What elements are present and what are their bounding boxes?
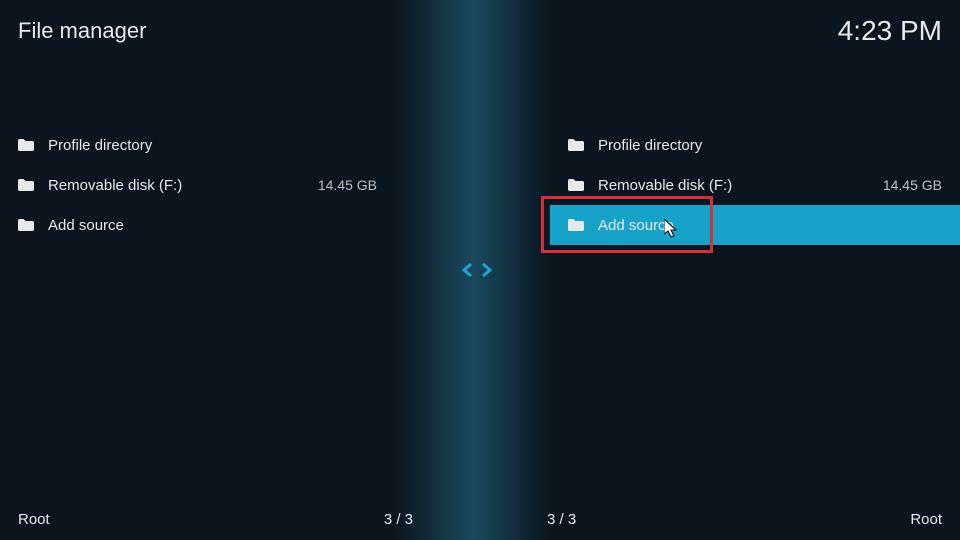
folder-icon xyxy=(18,179,34,191)
item-size: 14.45 GB xyxy=(883,177,942,193)
left-path: Root xyxy=(18,511,50,528)
right-count: 3 / 3 xyxy=(547,511,576,528)
right-path: Root xyxy=(910,511,942,528)
list-item[interactable]: Profile directory xyxy=(0,125,395,165)
clock: 4:23 PM xyxy=(838,15,942,47)
left-pane: Profile directory Removable disk (F:) 14… xyxy=(0,125,395,245)
item-label: Add source xyxy=(48,217,377,234)
list-item[interactable]: Profile directory xyxy=(550,125,960,165)
list-item-add-source[interactable]: Add source xyxy=(550,205,960,245)
item-label: Add source xyxy=(598,217,942,234)
folder-icon xyxy=(568,179,584,191)
right-pane: Profile directory Removable disk (F:) 14… xyxy=(550,125,960,245)
transfer-arrows-icon xyxy=(461,258,493,287)
folder-icon xyxy=(18,139,34,151)
folder-icon xyxy=(568,219,584,231)
item-size: 14.45 GB xyxy=(318,177,377,193)
header: File manager 4:23 PM xyxy=(18,15,942,47)
list-item[interactable]: Removable disk (F:) 14.45 GB xyxy=(0,165,395,205)
item-label: Removable disk (F:) xyxy=(598,177,883,194)
item-label: Profile directory xyxy=(598,137,942,154)
folder-icon xyxy=(18,219,34,231)
list-item[interactable]: Removable disk (F:) 14.45 GB xyxy=(550,165,960,205)
page-title: File manager xyxy=(18,18,146,44)
item-label: Removable disk (F:) xyxy=(48,177,318,194)
footer: Root 3 / 3 3 / 3 Root xyxy=(18,511,942,528)
item-label: Profile directory xyxy=(48,137,377,154)
left-count: 3 / 3 xyxy=(384,511,413,528)
footer-left: Root 3 / 3 xyxy=(18,511,413,528)
list-item[interactable]: Add source xyxy=(0,205,395,245)
folder-icon xyxy=(568,139,584,151)
footer-right: 3 / 3 Root xyxy=(547,511,942,528)
